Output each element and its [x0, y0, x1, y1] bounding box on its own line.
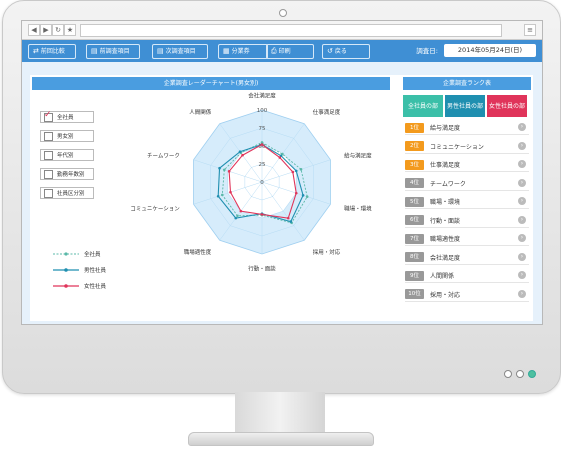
radar-axis-label: 職場・環境 [344, 205, 372, 213]
radar-tick-label: 100 [257, 108, 268, 114]
radar-axis-label: 給与満足度 [344, 151, 372, 159]
indicator-dot-active [528, 370, 536, 378]
radar-series-point [294, 169, 298, 173]
ranking-tabs: 全社員の部 男性社員の部 女性社員の部 [403, 95, 527, 117]
radar-series-point [260, 213, 264, 216]
rank-badge: 1位 [405, 122, 424, 133]
ranking-panel-title: 企業調査ランク表 [403, 77, 531, 90]
radar-series-point [218, 166, 221, 170]
radar-series-point [229, 190, 232, 194]
radar-tick-label: 25 [259, 162, 266, 168]
radar-series-point [220, 193, 224, 197]
radar-axis-label: チームワーク [147, 152, 180, 159]
radar-axis-label: 会社満足度 [248, 92, 276, 100]
indicator-dot [516, 370, 524, 378]
radar-series-point [239, 209, 243, 213]
rank-badge: 8位 [405, 252, 424, 262]
rank-badge: 7位 [405, 233, 424, 244]
rank-row[interactable]: 8位 会社満足度 › [405, 251, 529, 265]
monitor-stand-neck [235, 392, 325, 436]
rank-badge: 10位 [405, 289, 424, 299]
rank-label: 職場適性度 [430, 236, 461, 243]
tab-all-employees[interactable]: 全社員の部 [403, 95, 443, 117]
chevron-right-icon[interactable]: › [518, 197, 526, 205]
radar-series-point [234, 216, 238, 220]
radar-axis-label: 採用・対応 [313, 248, 341, 256]
rank-row[interactable]: 3位 仕事満足度 › [405, 158, 529, 172]
radar-axis-label: 行動・面談 [248, 264, 276, 272]
screen: ◀ ▶ ↻ ★ ≡ ⇄ 前回比較 ▤ 前調査項目 ▤ 次調査項目 ▦ 分業券 ⎙… [21, 20, 543, 325]
radar-series-point [223, 168, 226, 172]
chevron-right-icon[interactable]: › [518, 289, 526, 298]
radar-series-point [286, 216, 290, 220]
radar-series-point [305, 195, 309, 198]
radar-series-point [216, 194, 220, 198]
rank-badge: 2位 [405, 141, 424, 151]
chevron-right-icon[interactable]: › [518, 215, 526, 224]
radar-series-point [289, 220, 293, 223]
rank-badge: 5位 [405, 196, 424, 207]
radar-series-point [278, 156, 282, 159]
chevron-right-icon[interactable]: › [518, 160, 526, 168]
rank-row[interactable]: 6位 行動・面談 › [405, 214, 529, 228]
radar-series-point [294, 191, 298, 195]
rank-badge: 4位 [405, 178, 424, 188]
rank-label: コミュニケーション [430, 143, 484, 151]
rank-label: 給与満足度 [430, 125, 461, 132]
radar-tick-label: 75 [259, 126, 266, 132]
rank-label: 採用・対応 [430, 291, 461, 299]
rank-row[interactable]: 1位 給与満足度 › [405, 121, 529, 135]
rank-label: 仕事満足度 [430, 162, 461, 169]
radar-series-point [299, 168, 303, 171]
camera-dot [279, 9, 287, 17]
monitor-indicators [504, 370, 536, 378]
rank-badge: 3位 [405, 159, 424, 170]
rank-row[interactable]: 9位 人間関係 › [405, 269, 529, 283]
rank-label: チームワーク [430, 180, 466, 188]
chevron-right-icon[interactable]: › [518, 178, 526, 187]
tab-male-employees[interactable]: 男性社員の部 [445, 95, 485, 117]
rank-row[interactable]: 7位 職場適性度 › [405, 232, 529, 246]
monitor-stand-base [188, 432, 374, 446]
rank-row[interactable]: 5位 職場・環境 › [405, 195, 529, 209]
rank-label: 職場・環境 [430, 199, 461, 206]
rank-label: 人間関係 [430, 273, 455, 280]
rank-badge: 6位 [405, 215, 424, 225]
rank-row[interactable]: 4位 チームワーク › [405, 177, 529, 191]
tab-female-employees[interactable]: 女性社員の部 [487, 95, 527, 117]
radar-axis-label: 仕事満足度 [313, 108, 341, 116]
radar-series-point [291, 170, 295, 174]
chevron-right-icon[interactable]: › [518, 271, 526, 279]
rank-label: 行動・面談 [430, 217, 461, 225]
radar-axis-label: 職場適性度 [184, 248, 212, 256]
radar-axis-label: コミュニケーション [130, 206, 180, 213]
radar-series-point [260, 143, 264, 146]
radar-series-point [227, 170, 231, 173]
rank-badge: 9位 [405, 270, 424, 281]
radar-series-point [238, 150, 242, 154]
radar-axis-label: 人間関係 [189, 108, 212, 116]
rank-row[interactable]: 10位 採用・対応 › [405, 288, 529, 302]
radar-series-point [236, 214, 239, 218]
indicator-dot [504, 370, 512, 378]
chevron-right-icon[interactable]: › [518, 234, 526, 242]
rank-row[interactable]: 2位 コミュニケーション › [405, 140, 529, 154]
radar-series-point [301, 194, 305, 197]
chevron-right-icon[interactable]: › [518, 252, 526, 261]
chevron-right-icon[interactable]: › [518, 141, 526, 150]
chevron-right-icon[interactable]: › [518, 123, 526, 131]
rank-label: 会社満足度 [430, 254, 461, 262]
radar-tick-label: 0 [260, 180, 264, 186]
radar-series-point [241, 153, 244, 157]
